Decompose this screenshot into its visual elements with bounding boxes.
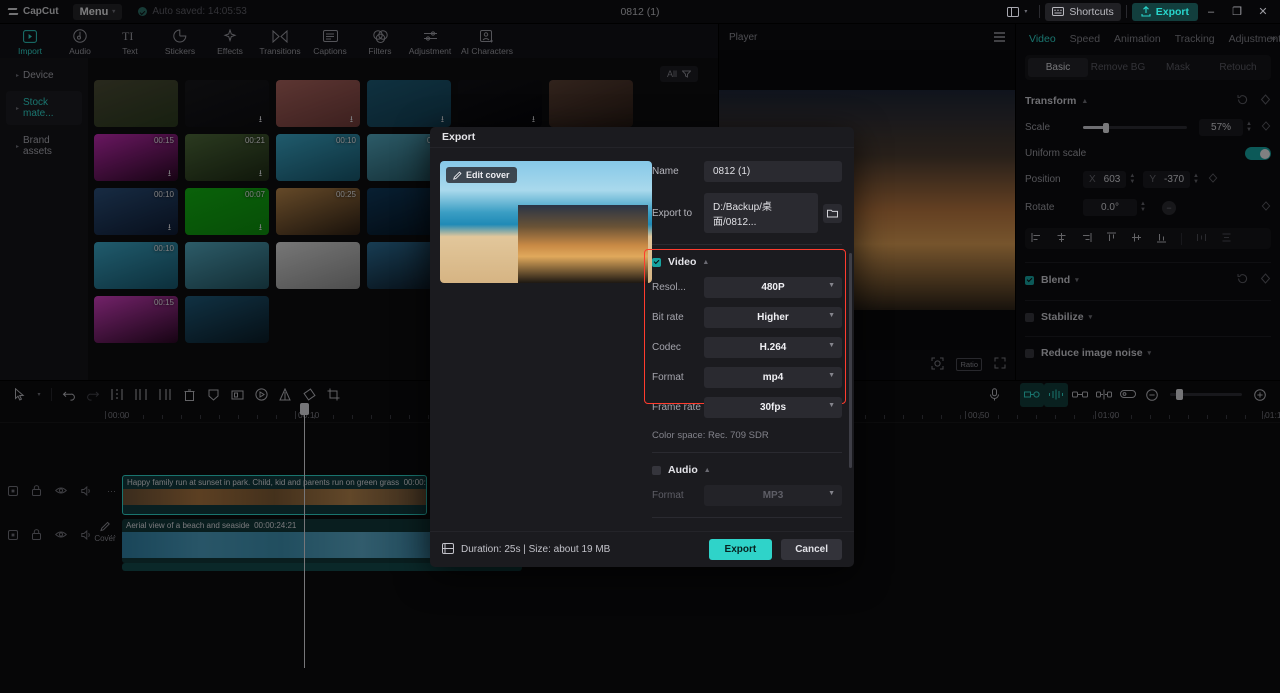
codec-select[interactable]: H.264 ▼ bbox=[704, 337, 842, 358]
resolution-row: Resol... 480P ▼ bbox=[652, 277, 842, 298]
dialog-cancel-button[interactable]: Cancel bbox=[781, 539, 842, 560]
gif-group: Export GIF ▲ bbox=[652, 529, 842, 531]
bitrate-label: Bit rate bbox=[652, 312, 684, 323]
video-checkbox[interactable] bbox=[652, 257, 661, 267]
codec-row: Codec H.264 ▼ bbox=[652, 337, 842, 358]
resolution-label: Resol... bbox=[652, 282, 686, 293]
bitrate-value: Higher bbox=[757, 312, 789, 323]
gif-group-header[interactable]: Export GIF ▲ bbox=[652, 529, 842, 531]
chevron-down-icon: ▼ bbox=[828, 282, 835, 289]
chevron-down-icon: ▼ bbox=[828, 490, 835, 497]
video-label: Video bbox=[668, 256, 697, 268]
name-input[interactable]: 0812 (1) bbox=[704, 161, 842, 182]
cover-inner-frame bbox=[518, 205, 648, 283]
codec-value: H.264 bbox=[759, 342, 787, 353]
divider bbox=[652, 517, 842, 518]
edit-pencil-icon bbox=[453, 170, 462, 180]
upload-icon bbox=[1141, 6, 1151, 17]
export-dialog-title: Export bbox=[430, 127, 854, 148]
dialog-export-button[interactable]: Export bbox=[708, 539, 773, 560]
gif-label: Export GIF bbox=[668, 529, 722, 531]
cover-thumbnail: Edit cover bbox=[440, 161, 652, 283]
audio-group: Audio ▲ Format MP3 ▼ bbox=[652, 464, 842, 506]
codec-label: Codec bbox=[652, 342, 681, 353]
export-button[interactable]: Export bbox=[1131, 2, 1198, 21]
divider bbox=[1125, 5, 1127, 18]
layout-icon bbox=[1007, 6, 1020, 17]
export-to-input[interactable]: D:/Backup/桌面/0812... bbox=[704, 193, 818, 233]
format-row: Format mp4 ▼ bbox=[652, 367, 842, 388]
layout-button[interactable]: ▾ bbox=[1000, 4, 1034, 20]
chevron-up-icon: ▲ bbox=[702, 258, 710, 266]
edit-cover-button[interactable]: Edit cover bbox=[446, 167, 517, 183]
export-info: Duration: 25s | Size: about 19 MB bbox=[461, 544, 611, 555]
export-dialog-footer: Duration: 25s | Size: about 19 MB Export… bbox=[430, 531, 854, 567]
chevron-down-icon: ▼ bbox=[828, 312, 835, 319]
divider bbox=[1039, 5, 1041, 18]
film-icon bbox=[442, 542, 454, 557]
color-space-label: Color space: Rec. 709 SDR bbox=[652, 430, 769, 441]
framerate-row: Frame rate 30fps ▼ bbox=[652, 397, 842, 418]
audio-format-row: Format MP3 ▼ bbox=[652, 485, 842, 506]
chevron-down-icon: ▾ bbox=[1024, 9, 1028, 15]
audio-format-value: MP3 bbox=[762, 490, 784, 501]
chevron-down-icon: ▼ bbox=[828, 372, 835, 379]
framerate-select[interactable]: 30fps ▼ bbox=[704, 397, 842, 418]
export-label: Export bbox=[1155, 5, 1189, 18]
keyboard-icon bbox=[1052, 7, 1065, 16]
edit-cover-label: Edit cover bbox=[466, 170, 510, 180]
capcut-app-window: CapCut Menu ▾ Auto saved: 14:05:53 0812 … bbox=[0, 0, 1280, 693]
video-group: Video ▲ Resol... 480P ▼ Bit rate Higher … bbox=[644, 249, 846, 418]
dialog-actions: Export Cancel bbox=[708, 539, 842, 560]
audio-group-header[interactable]: Audio ▲ bbox=[652, 464, 842, 476]
export-to-row: Export to D:/Backup/桌面/0812... bbox=[652, 193, 842, 233]
audio-format-select: MP3 ▼ bbox=[704, 485, 842, 506]
audio-format-label: Format bbox=[652, 490, 684, 501]
chevron-down-icon: ▼ bbox=[828, 342, 835, 349]
audio-label: Audio bbox=[668, 464, 698, 476]
bitrate-select[interactable]: Higher ▼ bbox=[704, 307, 842, 328]
name-row: Name 0812 (1) bbox=[652, 161, 842, 182]
resolution-select[interactable]: 480P ▼ bbox=[704, 277, 842, 298]
folder-icon[interactable] bbox=[823, 203, 842, 223]
export-dialog: Export Edit cover Name 0812 (1) Export t… bbox=[430, 127, 854, 567]
export-to-label: Export to bbox=[652, 207, 693, 219]
format-value: mp4 bbox=[762, 372, 784, 383]
resolution-value: 480P bbox=[761, 282, 785, 293]
chevron-down-icon: ▼ bbox=[828, 402, 835, 409]
framerate-label: Frame rate bbox=[652, 402, 701, 413]
format-label: Format bbox=[652, 372, 684, 383]
close-icon: ✕ bbox=[1258, 6, 1268, 18]
divider bbox=[652, 452, 842, 453]
minimize-button[interactable]: – bbox=[1198, 0, 1224, 24]
format-select[interactable]: mp4 ▼ bbox=[704, 367, 842, 388]
minimize-icon: – bbox=[1207, 5, 1215, 18]
chevron-up-icon: ▲ bbox=[703, 466, 711, 474]
audio-checkbox[interactable] bbox=[652, 465, 661, 475]
bitrate-row: Bit rate Higher ▼ bbox=[652, 307, 842, 328]
cover-preview-area: Edit cover bbox=[430, 161, 652, 531]
export-options: Name 0812 (1) Export to D:/Backup/桌面/081… bbox=[644, 161, 854, 531]
divider bbox=[652, 244, 842, 245]
name-label: Name bbox=[652, 166, 679, 177]
framerate-value: 30fps bbox=[759, 402, 787, 413]
shortcuts-button[interactable]: Shortcuts bbox=[1045, 2, 1121, 21]
options-scrollbar[interactable] bbox=[849, 253, 852, 468]
close-button[interactable]: ✕ bbox=[1250, 0, 1276, 24]
titlebar-actions: ▾ Shortcuts Export – ❐ ✕ bbox=[1000, 0, 1280, 24]
export-dialog-body: Edit cover Name 0812 (1) Export to D:/Ba… bbox=[430, 148, 854, 531]
gif-checkbox[interactable] bbox=[652, 530, 661, 531]
maximize-button[interactable]: ❐ bbox=[1224, 0, 1250, 24]
maximize-icon: ❐ bbox=[1232, 6, 1242, 18]
video-group-header[interactable]: Video ▲ bbox=[652, 256, 842, 268]
shortcuts-label: Shortcuts bbox=[1069, 5, 1114, 18]
